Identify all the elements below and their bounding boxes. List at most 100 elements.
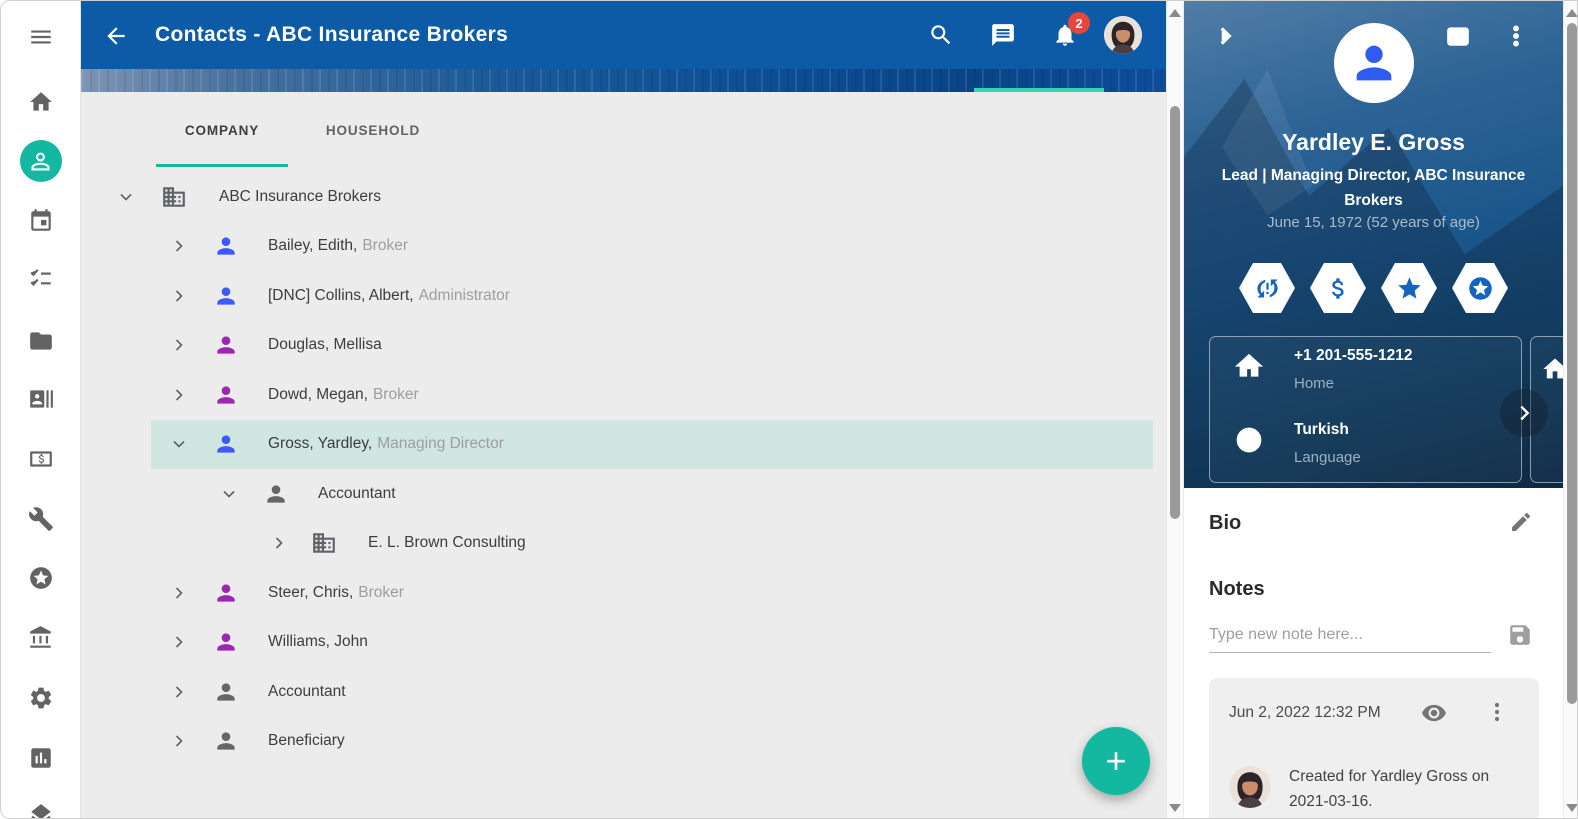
back-arrow-icon[interactable] <box>103 23 129 49</box>
notes-heading: Notes <box>1209 578 1265 601</box>
menu-icon[interactable] <box>27 23 55 51</box>
star-circle-icon[interactable] <box>27 564 55 592</box>
contact-role: Broker <box>373 386 419 403</box>
scroll-up-arrow[interactable] <box>1566 9 1578 17</box>
edit-bio-icon[interactable] <box>1509 510 1533 534</box>
cover-banner-image <box>81 69 1166 92</box>
tab-household[interactable]: HOUSEHOLD <box>307 92 439 168</box>
contact-name: [DNC] Collins, Albert, <box>268 287 414 304</box>
contacts-content: COMPANY HOUSEHOLD ABC Insurance Brokers … <box>81 92 1166 819</box>
new-note-input[interactable] <box>1209 622 1491 653</box>
contact-name: Gross, Yardley, <box>268 435 372 452</box>
scrollbar-thumb[interactable] <box>1567 23 1577 704</box>
contact-card-icon[interactable] <box>27 385 55 413</box>
active-tab-indicator <box>156 164 288 167</box>
tree-row-company[interactable]: E. L. Brown Consulting <box>81 519 1166 569</box>
tree-row-company[interactable]: ABC Insurance Brokers <box>81 172 1166 222</box>
tree-row-contact-selected[interactable]: Gross, Yardley, Managing Director <box>81 420 1166 470</box>
chat-icon[interactable] <box>990 22 1016 48</box>
chevron-right-icon[interactable] <box>169 583 189 603</box>
notifications-icon[interactable]: 2 <box>1052 22 1078 48</box>
cheque-icon[interactable] <box>27 445 55 473</box>
chevron-right-icon[interactable] <box>169 385 189 405</box>
contact-name: Steer, Chris, <box>268 584 353 601</box>
tree-row-contact[interactable]: Bailey, Edith,Broker <box>81 222 1166 272</box>
tree-row-contact[interactable]: Douglas, Mellisa <box>81 321 1166 371</box>
person-icon <box>213 283 239 309</box>
globe-icon <box>1234 425 1264 455</box>
group-name: Accountant <box>318 485 396 502</box>
chevron-down-icon[interactable] <box>219 484 239 504</box>
scrollbar-thumb[interactable] <box>1170 106 1180 519</box>
tree-row-contact[interactable]: [DNC] Collins, Albert,Administrator <box>81 271 1166 321</box>
chevron-right-icon[interactable] <box>169 236 189 256</box>
tools-icon[interactable] <box>27 505 55 533</box>
note-timestamp: Jun 2, 2022 12:32 PM <box>1229 704 1381 722</box>
language-label: Language <box>1294 449 1361 466</box>
dollar-icon[interactable] <box>1310 263 1366 313</box>
folder-icon[interactable] <box>27 327 55 355</box>
star-circle-icon[interactable] <box>1452 263 1508 313</box>
person-icon <box>213 332 239 358</box>
chevron-right-icon[interactable] <box>169 682 189 702</box>
settings-icon[interactable] <box>27 684 55 712</box>
contact-role: Managing Director <box>377 435 504 452</box>
chevron-right-icon[interactable] <box>269 533 289 553</box>
tree-row-contact[interactable]: Dowd, Megan,Broker <box>81 370 1166 420</box>
contact-tree: ABC Insurance Brokers Bailey, Edith,Brok… <box>81 172 1166 766</box>
detail-scrollbar[interactable] <box>1563 1 1578 819</box>
visibility-icon[interactable] <box>1421 700 1447 726</box>
search-icon[interactable] <box>928 22 954 48</box>
home-icon <box>1234 351 1264 381</box>
contact-birthdate: June 15, 1972 (52 years of age) <box>1184 214 1563 231</box>
tree-row-contact[interactable]: Williams, John <box>81 618 1166 668</box>
tree-row-role-group[interactable]: Beneficiary <box>81 717 1166 767</box>
main-scrollbar[interactable] <box>1166 1 1184 819</box>
scroll-down-arrow[interactable] <box>1169 804 1181 812</box>
contact-avatar[interactable] <box>1334 23 1414 103</box>
building-icon <box>161 184 187 210</box>
tree-row-contact[interactable]: Steer, Chris,Broker <box>81 568 1166 618</box>
carousel-next-button[interactable] <box>1500 389 1548 437</box>
chevron-right-icon[interactable] <box>169 731 189 751</box>
person-icon <box>213 233 239 259</box>
chart-icon[interactable] <box>27 744 55 772</box>
more-options-icon[interactable] <box>1503 23 1529 49</box>
contacts-icon[interactable] <box>20 140 62 182</box>
sync-problem-icon[interactable] <box>1239 263 1295 313</box>
tree-row-role-group[interactable]: Accountant <box>81 469 1166 519</box>
note-author-avatar <box>1229 766 1271 808</box>
person-icon <box>213 629 239 655</box>
chevron-right-icon[interactable] <box>169 286 189 306</box>
user-avatar[interactable] <box>1104 16 1142 54</box>
collapse-panel-icon[interactable] <box>1212 23 1238 49</box>
note-text: Created for Yardley Gross on 2021-03-16. <box>1289 764 1524 814</box>
page-title: Contacts - ABC Insurance Brokers <box>155 23 508 47</box>
add-contact-fab[interactable]: + <box>1082 727 1150 795</box>
chevron-down-icon[interactable] <box>116 187 136 207</box>
tree-row-role-group[interactable]: Accountant <box>81 667 1166 717</box>
bio-heading: Bio <box>1209 512 1241 535</box>
calendar-icon[interactable] <box>27 207 55 235</box>
chevron-down-icon[interactable] <box>169 434 189 454</box>
note-card: Jun 2, 2022 12:32 PM Created for Yardley… <box>1209 678 1539 819</box>
app-window: Contacts - ABC Insurance Brokers 2 COMPA… <box>0 0 1578 819</box>
change-cover-photo-icon[interactable] <box>1445 23 1471 49</box>
save-note-icon[interactable] <box>1507 622 1533 648</box>
contact-role: Broker <box>362 237 408 254</box>
contact-info-card[interactable]: +1 201-555-1212 Home Turkish Language <box>1209 336 1522 483</box>
note-more-options-icon[interactable] <box>1485 700 1509 724</box>
phone-label: Home <box>1294 375 1334 392</box>
chevron-right-icon[interactable] <box>169 632 189 652</box>
scroll-down-arrow[interactable] <box>1566 804 1578 812</box>
bank-icon[interactable] <box>27 624 55 652</box>
person-icon <box>263 481 289 507</box>
layers-icon[interactable] <box>27 801 55 819</box>
contact-name: Douglas, Mellisa <box>268 336 382 353</box>
star-icon[interactable] <box>1381 263 1437 313</box>
tasks-icon[interactable] <box>27 265 55 293</box>
tab-company[interactable]: COMPANY <box>156 92 288 168</box>
scroll-up-arrow[interactable] <box>1169 9 1181 17</box>
home-icon[interactable] <box>27 88 55 116</box>
chevron-right-icon[interactable] <box>169 335 189 355</box>
